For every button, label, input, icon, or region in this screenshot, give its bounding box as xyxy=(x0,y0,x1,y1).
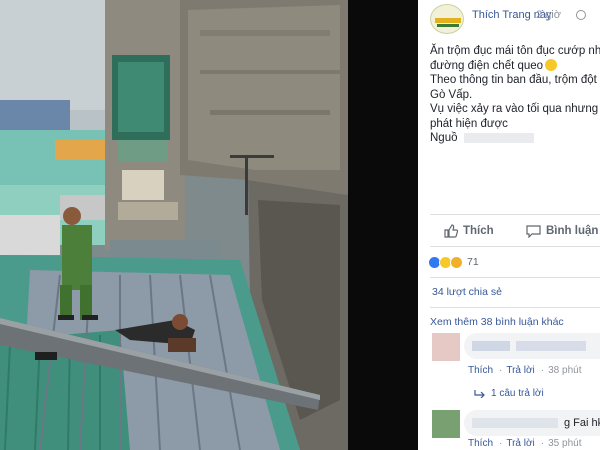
post-timestamp[interactable]: 2 giờ xyxy=(536,9,561,21)
comment-bubble: g Fai hk Do xyxy=(464,410,600,436)
post-text-line: Ăn trộm đục mái tôn đục cướp nh xyxy=(430,45,600,57)
post-text-line-2: đường điện chết queo xyxy=(430,58,600,74)
like-button-label: Thích xyxy=(463,225,494,237)
reaction-count: 71 xyxy=(467,256,479,268)
comment-time[interactable]: 38 phút xyxy=(548,365,581,376)
comment-reply-link[interactable]: Trả lời xyxy=(506,438,534,449)
comment-button-label: Bình luận xyxy=(546,225,599,237)
post-action-bar: Thích Bình luận xyxy=(418,216,600,244)
blurred-text xyxy=(463,132,534,143)
post-text-line: Theo thông tin ban đầu, trộm đột xyxy=(430,74,597,86)
replies-count-label: 1 câu trả lời xyxy=(491,388,544,399)
thumbs-up-icon xyxy=(444,224,458,238)
rooftop-scene-image xyxy=(0,0,348,450)
facebook-post-viewer: Thích Trang này 2 giờ Ăn trộm đục mái tô… xyxy=(0,0,600,450)
blurred-text xyxy=(472,418,558,428)
photo-viewer-backdrop xyxy=(348,0,418,450)
comment-reply-link[interactable]: Trả lời xyxy=(506,365,534,376)
divider xyxy=(430,277,600,278)
separator-dot: · xyxy=(499,365,503,376)
page-avatar[interactable] xyxy=(430,4,464,34)
divider xyxy=(430,307,600,308)
shares-link[interactable]: 34 lượt chia sẻ xyxy=(432,286,502,298)
reaction-summary[interactable]: 71 xyxy=(428,254,479,270)
post-details-panel: Thích Trang này 2 giờ Ăn trộm đục mái tô… xyxy=(418,0,600,450)
post-text: Ăn trộm đục mái tôn đục cướp nh đường đi… xyxy=(430,44,600,146)
wow-reaction-icon xyxy=(450,255,463,269)
comment-like-link[interactable]: Thích xyxy=(468,438,493,449)
post-text-line: Gò Vấp. xyxy=(430,88,473,101)
post-photo[interactable] xyxy=(0,0,348,450)
post-header: Thích Trang này 2 giờ xyxy=(430,4,600,34)
post-text-line-7: Nguồ xyxy=(430,131,600,146)
avatar-band xyxy=(435,18,461,23)
globe-icon xyxy=(576,10,586,20)
like-button[interactable]: Thích xyxy=(444,222,494,240)
post-text-line: Vụ việc xảy ra vào tối qua nhưng xyxy=(430,103,599,115)
view-more-comments-link[interactable]: Xem thêm 38 bình luận khác xyxy=(430,316,564,328)
comment-bubble-icon xyxy=(526,224,541,238)
smile-emoji-icon xyxy=(545,58,558,71)
reply-arrow-icon xyxy=(474,389,485,398)
avatar-band-2 xyxy=(437,24,459,27)
post-text-line: đường điện chết queo xyxy=(430,59,544,72)
post-text-line: phát hiện được xyxy=(430,117,508,130)
separator-dot: · xyxy=(540,438,545,449)
commenter-avatar[interactable] xyxy=(432,410,460,438)
separator-dot: · xyxy=(499,438,503,449)
comment-time[interactable]: 35 phút xyxy=(548,438,581,449)
divider xyxy=(430,214,600,215)
blurred-text xyxy=(516,341,586,351)
divider xyxy=(430,246,600,247)
post-text-line: Nguồ xyxy=(430,132,458,144)
separator-dot: · xyxy=(540,365,545,376)
comment-button[interactable]: Bình luận xyxy=(526,222,598,240)
comment-like-link[interactable]: Thích xyxy=(468,365,493,376)
comment-bubble xyxy=(464,333,600,359)
comment-actions: Thích · Trả lời · 38 phút xyxy=(468,365,582,376)
view-replies-link[interactable]: 1 câu trả lời xyxy=(474,388,544,399)
blurred-text xyxy=(472,341,510,351)
commenter-avatar[interactable] xyxy=(432,333,460,361)
comment-text: g Fai hk Do xyxy=(564,417,600,429)
comment-actions: Thích · Trả lời · 35 phút xyxy=(468,438,582,449)
